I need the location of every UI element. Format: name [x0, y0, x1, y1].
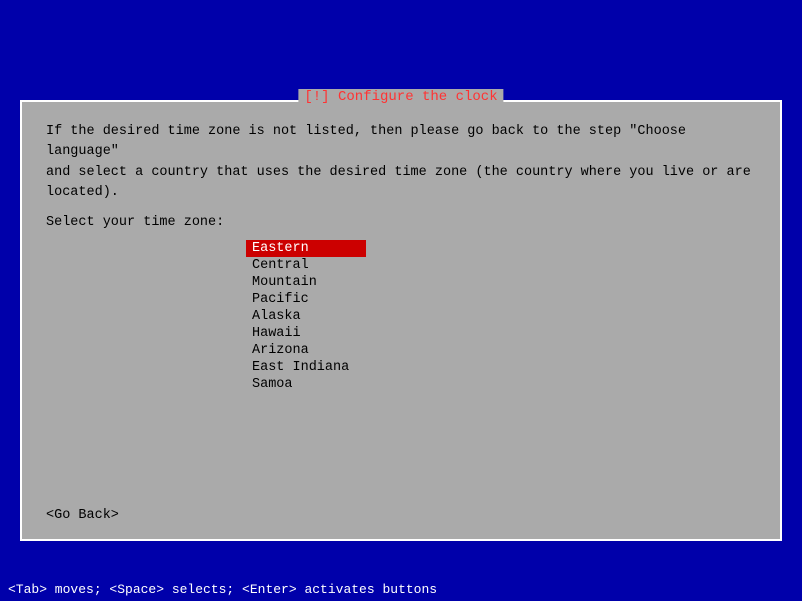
- timezone-item-arizona[interactable]: Arizona: [246, 342, 366, 359]
- timezone-item-samoa[interactable]: Samoa: [246, 376, 366, 393]
- timezone-list: EasternCentralMountainPacificAlaskaHawai…: [246, 240, 756, 492]
- desc-line2: and select a country that uses the desir…: [46, 165, 751, 180]
- dialog-title: [!] Configure the clock: [298, 89, 503, 105]
- bottom-bar-text: <Tab> moves; <Space> selects; <Enter> ac…: [8, 582, 437, 597]
- select-timezone-label: Select your time zone:: [46, 215, 756, 230]
- timezone-item-eastern[interactable]: Eastern: [246, 240, 366, 257]
- timezone-item-mountain[interactable]: Mountain: [246, 274, 366, 291]
- dialog-wrapper: [!] Configure the clock If the desired t…: [20, 100, 782, 541]
- dialog-content: If the desired time zone is not listed, …: [22, 102, 780, 539]
- bottom-bar: <Tab> moves; <Space> selects; <Enter> ac…: [0, 578, 802, 601]
- description-text: If the desired time zone is not listed, …: [46, 122, 756, 203]
- configure-clock-dialog: [!] Configure the clock If the desired t…: [20, 100, 782, 541]
- timezone-item-hawaii[interactable]: Hawaii: [246, 325, 366, 342]
- timezone-item-alaska[interactable]: Alaska: [246, 308, 366, 325]
- timezone-item-pacific[interactable]: Pacific: [246, 291, 366, 308]
- timezone-item-central[interactable]: Central: [246, 257, 366, 274]
- timezone-item-east-indiana[interactable]: East Indiana: [246, 359, 366, 376]
- desc-line3: located).: [46, 185, 119, 200]
- desc-line1: If the desired time zone is not listed, …: [46, 124, 686, 159]
- go-back-button[interactable]: <Go Back>: [46, 508, 119, 523]
